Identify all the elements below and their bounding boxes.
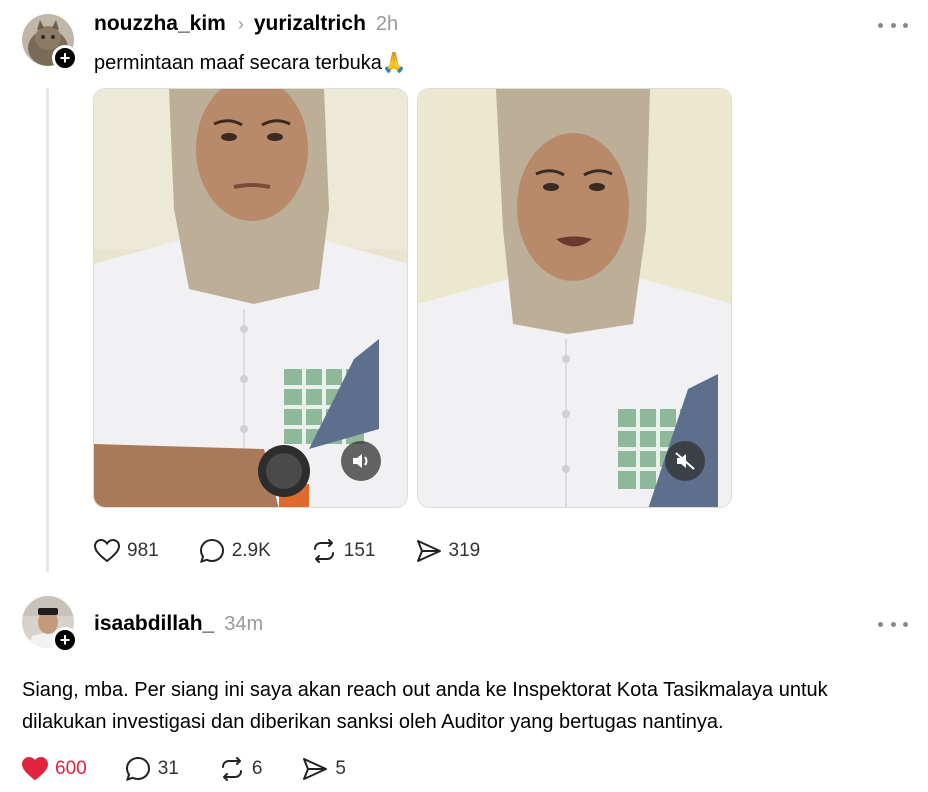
audio-toggle-button[interactable]	[341, 441, 381, 481]
share-count: 319	[448, 540, 481, 561]
post-time: 2h	[375, 13, 399, 35]
comment-button[interactable]: 2.9K	[199, 538, 271, 564]
thread-line	[46, 88, 49, 572]
like-button[interactable]: 981	[94, 539, 159, 563]
audio-toggle-button[interactable]	[665, 441, 705, 481]
follow-plus-icon[interactable]: +	[52, 45, 78, 71]
like-count: 600	[55, 758, 87, 779]
speaker-muted-icon	[675, 452, 695, 470]
like-button[interactable]: 600	[22, 757, 87, 781]
comment-count: 31	[157, 758, 179, 779]
repost-icon	[221, 757, 242, 781]
comment-icon	[125, 756, 150, 782]
more-options-icon[interactable]	[878, 619, 908, 629]
reply-text: Siang, mba. Per siang ini saya akan reac…	[22, 679, 828, 733]
reply-time: 34m	[224, 613, 264, 635]
post-username[interactable]: nouzzha_kim	[94, 12, 226, 36]
reply-actions: 600 31 6 5	[22, 756, 386, 782]
reply-username[interactable]: isaabdillah_	[94, 612, 214, 636]
speaker-on-icon	[353, 454, 368, 468]
repost-button[interactable]: 151	[311, 538, 376, 564]
post-actions: 981 2.9K 151 319	[94, 538, 520, 564]
heart-icon	[94, 539, 120, 563]
share-button[interactable]: 5	[302, 757, 346, 781]
comment-icon	[199, 538, 224, 564]
chevron-right-icon: ›	[237, 14, 244, 34]
share-button[interactable]: 319	[416, 539, 481, 563]
repost-count: 6	[251, 758, 263, 779]
comment-button[interactable]: 31	[125, 756, 179, 782]
post-text: permintaan maaf secara terbuka🙏	[94, 52, 407, 74]
send-icon	[416, 540, 441, 562]
comment-count: 2.9K	[231, 540, 271, 561]
reply-to-username[interactable]: yurizaltrich	[254, 12, 366, 36]
heart-filled-icon	[22, 757, 48, 781]
send-icon	[303, 758, 328, 780]
video-thumbnail[interactable]	[417, 88, 732, 508]
more-options-icon[interactable]	[878, 20, 908, 30]
post-header: nouzzha_kim › yurizaltrich 2h	[94, 12, 398, 36]
repost-icon	[313, 539, 334, 563]
reply-header: isaabdillah_ 34m	[94, 612, 263, 636]
video-thumbnail[interactable]	[93, 88, 408, 508]
share-count: 5	[335, 758, 346, 779]
repost-count: 151	[343, 540, 376, 561]
like-count: 981	[127, 540, 159, 561]
follow-plus-icon[interactable]: +	[52, 627, 78, 653]
repost-button[interactable]: 6	[219, 756, 263, 782]
